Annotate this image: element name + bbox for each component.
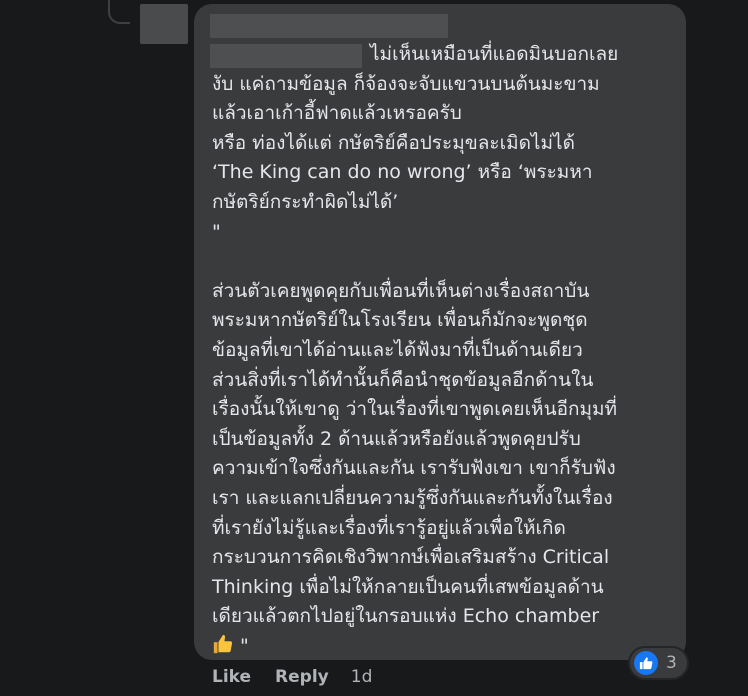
comment-line: เรา และแลกเปลี่ยนความรู้ซึ่งกันและกันทั้…	[212, 486, 613, 509]
like-button[interactable]: Like	[212, 667, 251, 687]
comment-line: ที่เรายังไม่รู้และเรื่องที่เรารู้อยู่แล้…	[212, 516, 566, 539]
comment-line: ข้อมูลที่เขาได้อ่านและได้ฟังมาที่เป็นด้า…	[212, 338, 583, 361]
comment-line: ความเข้าใจซึ่งกันและกัน เรารับฟังเขา เขา…	[212, 457, 616, 480]
comment-line: เดียวแล้วตกไปอยู่ในกรอบแห่ง Echo chamber	[212, 605, 600, 628]
comment-line: กระบวนการคิดเชิงวิพากษ์เพื่อเสริมสร้าง C…	[212, 546, 610, 569]
avatar[interactable]	[140, 4, 188, 44]
comment-text: ไม่เห็นเหมือนที่แอดมินบอกเลย งับ แค่ถามข…	[212, 40, 668, 661]
comment-line: งับ แค่ถามข้อมูล ก็จ้องจะจับแขวนบนต้นมะข…	[212, 72, 600, 95]
comment-line: เป็นข้อมูลทั้ง 2 ด้านแล้วหรือยังแล้วพูดค…	[212, 427, 581, 450]
comment-line: เรื่องนั้นให้เขาดู ว่าในเรื่องที่เขาพูดเ…	[212, 398, 618, 421]
comment-bubble: ไม่เห็นเหมือนที่แอดมินบอกเลย งับ แค่ถามข…	[194, 4, 686, 660]
comment-line: ไม่เห็นเหมือนที่แอดมินบอกเลย	[370, 43, 619, 65]
reaction-summary[interactable]: 3	[630, 648, 687, 678]
thread-connector-line	[108, 0, 130, 24]
thumbs-up-emoji-icon	[213, 634, 233, 654]
author-name-redacted[interactable]	[210, 14, 448, 38]
comment-line: "	[212, 220, 221, 243]
comment-line: ส่วนตัวเคยพูดคุยกับเพื่อนที่เห็นต่างเรื่…	[212, 279, 590, 302]
closing-quote: "	[240, 634, 249, 657]
reaction-count: 3	[666, 653, 677, 673]
thumbs-up-icon	[634, 651, 658, 675]
comment-line: ‘The King can do no wrong’ หรือ ‘พระมหา	[212, 161, 593, 184]
comment-line: หรือ ท่องได้แต่ กษัตริย์คือประมุขละเมิดไ…	[212, 131, 575, 154]
reply-button[interactable]: Reply	[275, 667, 329, 687]
comment-timestamp[interactable]: 1d	[351, 667, 373, 687]
comment-blank-line	[212, 247, 668, 277]
comment-line: กษัตริย์กระทำผิดไม่ได้’	[212, 190, 399, 213]
comment-line: Thinking เพื่อไม่ให้กลายเป็นคนที่เสพข้อม…	[212, 575, 604, 598]
comment-line: แล้วเอาเก้าอี้ฟาดแล้วเหรอครับ	[212, 102, 462, 125]
comment-line: พระมหากษัตริย์ในโรงเรียน เพื่อนก็มักจะพู…	[212, 309, 588, 332]
comment-line: ส่วนสิ่งที่เราได้ทำนั้นก็คือนำชุดข้อมูลอ…	[212, 368, 594, 391]
comment-actions: Like Reply 1d	[212, 664, 372, 690]
comment-last-line: "	[212, 632, 668, 662]
